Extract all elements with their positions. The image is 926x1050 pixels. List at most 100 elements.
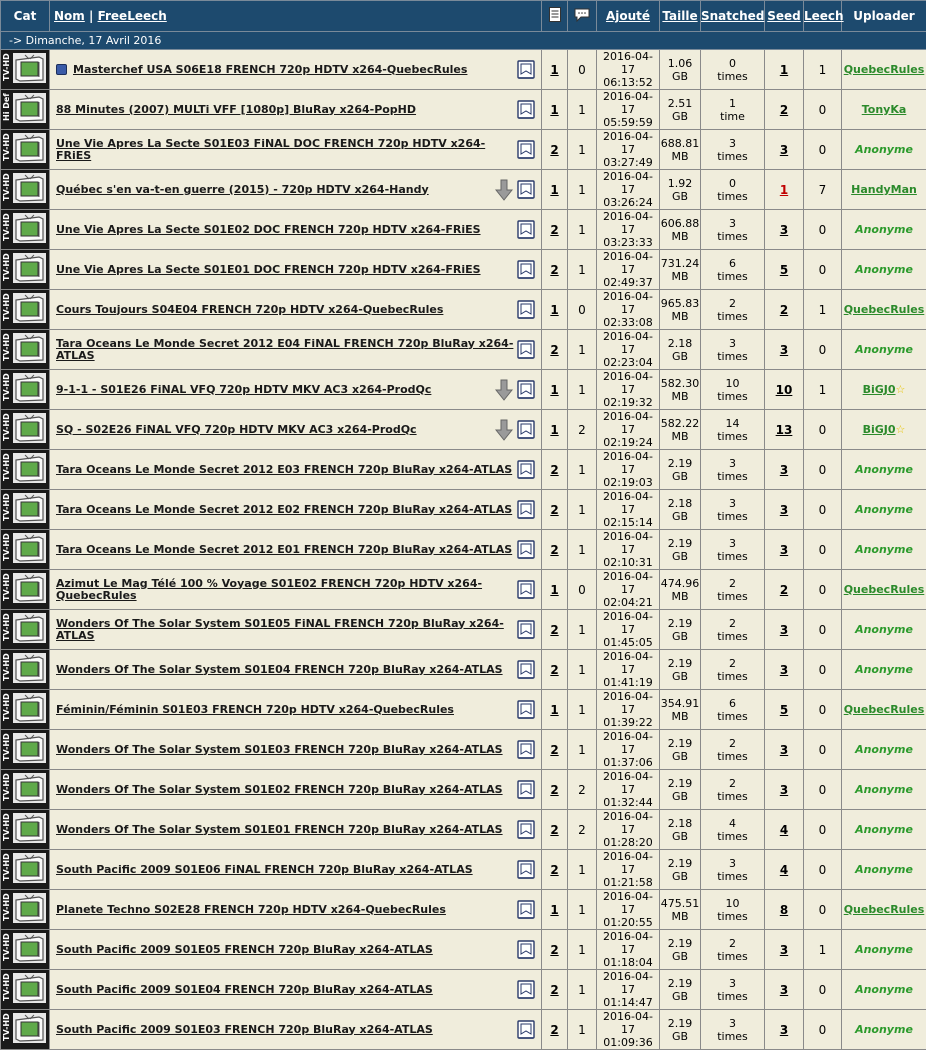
seed-count-link[interactable]: 1: [780, 63, 788, 77]
seed-count-link[interactable]: 3: [780, 943, 788, 957]
torrent-name-link[interactable]: Wonders Of The Solar System S01E02 FRENC…: [56, 783, 503, 796]
torrent-name-link[interactable]: South Pacific 2009 S01E03 FRENCH 720p Bl…: [56, 1023, 433, 1036]
torrent-name-link[interactable]: SQ - S02E26 FiNAL VFQ 720p HDTV MKV AC3 …: [56, 423, 417, 436]
category-cell[interactable]: TV-HD: [1, 370, 50, 410]
files-count-link[interactable]: 2: [550, 623, 558, 637]
bookmark-icon[interactable]: [517, 540, 535, 560]
seed-count-link[interactable]: 4: [780, 823, 788, 837]
seed-count-link[interactable]: 2: [780, 303, 788, 317]
uploader-link[interactable]: BiGJ0: [863, 383, 896, 396]
files-count-link[interactable]: 1: [550, 903, 558, 917]
uploader-link[interactable]: HandyMan: [851, 183, 917, 196]
category-cell[interactable]: TV-HD: [1, 130, 50, 170]
seed-count-link[interactable]: 3: [780, 503, 788, 517]
torrent-name-link[interactable]: 9-1-1 - S01E26 FiNAL VFQ 720p HDTV MKV A…: [56, 383, 431, 396]
seed-count-link[interactable]: 3: [780, 543, 788, 557]
files-count-link[interactable]: 2: [550, 463, 558, 477]
files-count-link[interactable]: 2: [550, 983, 558, 997]
bookmark-icon[interactable]: [517, 980, 535, 1000]
torrent-name-link[interactable]: Tara Oceans Le Monde Secret 2012 E01 FRE…: [56, 543, 512, 556]
bookmark-icon[interactable]: [517, 820, 535, 840]
uploader-link[interactable]: QuebecRules: [844, 703, 925, 716]
seed-count-link[interactable]: 10: [776, 383, 793, 397]
files-count-link[interactable]: 2: [550, 223, 558, 237]
torrent-name-link[interactable]: Tara Oceans Le Monde Secret 2012 E04 FiN…: [56, 337, 513, 362]
seed-count-link[interactable]: 3: [780, 463, 788, 477]
torrent-name-link[interactable]: Wonders Of The Solar System S01E04 FRENC…: [56, 663, 503, 676]
sort-ajoute-link[interactable]: Ajouté: [606, 9, 650, 23]
torrent-name-link[interactable]: Wonders Of The Solar System S01E05 FiNAL…: [56, 617, 504, 642]
bookmark-icon[interactable]: [517, 860, 535, 880]
torrent-name-link[interactable]: Québec s'en va-t-en guerre (2015) - 720p…: [56, 183, 429, 196]
bookmark-icon[interactable]: [517, 100, 535, 120]
uploader-link[interactable]: QuebecRules: [844, 583, 925, 596]
category-cell[interactable]: TV-HD: [1, 250, 50, 290]
category-cell[interactable]: TV-HD: [1, 850, 50, 890]
bookmark-icon[interactable]: [517, 620, 535, 640]
col-comments[interactable]: [568, 1, 597, 32]
download-arrow-icon[interactable]: [495, 179, 513, 201]
torrent-name-link[interactable]: Une Vie Apres La Secte S01E02 DOC FRENCH…: [56, 223, 481, 236]
bookmark-icon[interactable]: [517, 500, 535, 520]
torrent-name-link[interactable]: Tara Oceans Le Monde Secret 2012 E03 FRE…: [56, 463, 512, 476]
seed-count-link[interactable]: 5: [780, 703, 788, 717]
torrent-name-link[interactable]: Azimut Le Mag Télé 100 % Voyage S01E02 F…: [56, 577, 482, 602]
torrent-name-link[interactable]: Féminin/Féminin S01E03 FRENCH 720p HDTV …: [56, 703, 454, 716]
category-cell[interactable]: TV-HD: [1, 450, 50, 490]
seed-count-link[interactable]: 2: [780, 103, 788, 117]
files-count-link[interactable]: 2: [550, 343, 558, 357]
category-cell[interactable]: TV-HD: [1, 210, 50, 250]
category-cell[interactable]: TV-HD: [1, 650, 50, 690]
download-arrow-icon[interactable]: [495, 379, 513, 401]
files-count-link[interactable]: 1: [550, 63, 558, 77]
files-count-link[interactable]: 2: [550, 1023, 558, 1037]
torrent-name-link[interactable]: South Pacific 2009 S01E06 FiNAL FRENCH 7…: [56, 863, 473, 876]
bookmark-icon[interactable]: [517, 420, 535, 440]
torrent-name-link[interactable]: South Pacific 2009 S01E05 FRENCH 720p Bl…: [56, 943, 433, 956]
seed-count-link[interactable]: 5: [780, 263, 788, 277]
files-count-link[interactable]: 2: [550, 263, 558, 277]
category-cell[interactable]: TV-HD: [1, 890, 50, 930]
bookmark-icon[interactable]: [517, 660, 535, 680]
category-cell[interactable]: TV-HD: [1, 1010, 50, 1050]
seed-count-link[interactable]: 1: [780, 183, 788, 197]
sort-leech-link[interactable]: Leech: [804, 9, 844, 23]
seed-count-link[interactable]: 3: [780, 343, 788, 357]
category-cell[interactable]: TV-HD: [1, 610, 50, 650]
bookmark-icon[interactable]: [517, 460, 535, 480]
files-count-link[interactable]: 1: [550, 703, 558, 717]
torrent-name-link[interactable]: 88 Minutes (2007) MULTi VFF [1080p] BluR…: [56, 103, 416, 116]
files-count-link[interactable]: 1: [550, 423, 558, 437]
files-count-link[interactable]: 2: [550, 663, 558, 677]
category-cell[interactable]: TV-HD: [1, 290, 50, 330]
bookmark-icon[interactable]: [517, 60, 535, 80]
bookmark-icon[interactable]: [517, 700, 535, 720]
uploader-link[interactable]: BiGJ0: [863, 423, 896, 436]
category-cell[interactable]: TV-HD: [1, 530, 50, 570]
sort-snatched-link[interactable]: Snatched: [701, 9, 764, 23]
seed-count-link[interactable]: 3: [780, 663, 788, 677]
category-cell[interactable]: TV-HD: [1, 970, 50, 1010]
sort-seed-link[interactable]: Seed: [767, 9, 801, 23]
seed-count-link[interactable]: 3: [780, 143, 788, 157]
bookmark-icon[interactable]: [517, 380, 535, 400]
files-count-link[interactable]: 2: [550, 783, 558, 797]
files-count-link[interactable]: 1: [550, 383, 558, 397]
files-count-link[interactable]: 1: [550, 183, 558, 197]
files-count-link[interactable]: 2: [550, 543, 558, 557]
seed-count-link[interactable]: 3: [780, 1023, 788, 1037]
bookmark-icon[interactable]: [517, 580, 535, 600]
bookmark-icon[interactable]: [517, 740, 535, 760]
files-count-link[interactable]: 2: [550, 743, 558, 757]
torrent-name-link[interactable]: Wonders Of The Solar System S01E03 FRENC…: [56, 743, 503, 756]
torrent-name-link[interactable]: Une Vie Apres La Secte S01E01 DOC FRENCH…: [56, 263, 481, 276]
bookmark-icon[interactable]: [517, 900, 535, 920]
bookmark-icon[interactable]: [517, 140, 535, 160]
torrent-name-link[interactable]: Wonders Of The Solar System S01E01 FRENC…: [56, 823, 503, 836]
uploader-link[interactable]: TonyKa: [862, 103, 907, 116]
files-count-link[interactable]: 1: [550, 103, 558, 117]
category-cell[interactable]: TV-HD: [1, 50, 50, 90]
torrent-name-link[interactable]: South Pacific 2009 S01E04 FRENCH 720p Bl…: [56, 983, 433, 996]
sort-taille-link[interactable]: Taille: [662, 9, 697, 23]
torrent-name-link[interactable]: Cours Toujours S04E04 FRENCH 720p HDTV x…: [56, 303, 443, 316]
